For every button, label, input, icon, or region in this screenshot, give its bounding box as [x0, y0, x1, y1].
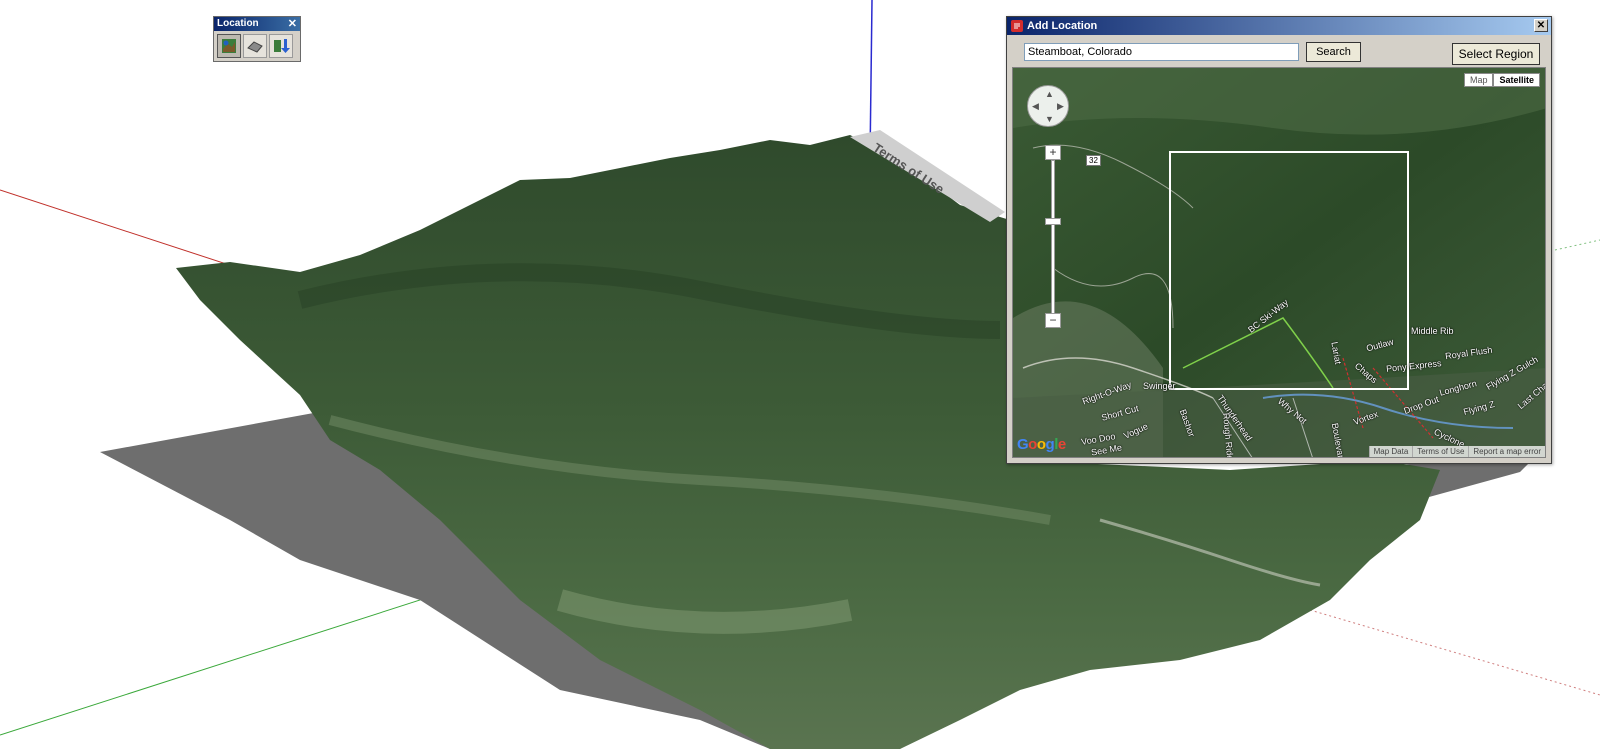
location-search-input[interactable] [1024, 43, 1299, 61]
location-toolbar: Location ✕ [213, 16, 301, 62]
photo-textures-button[interactable] [269, 34, 293, 58]
map-attribution: Map Data Terms of Use Report a map error [1368, 446, 1545, 457]
sketchup-icon [1011, 20, 1023, 32]
red-axis [0, 189, 261, 276]
toolbar-title-bar: Location ✕ [214, 17, 300, 31]
zoom-in-button[interactable]: + [1045, 145, 1061, 160]
add-location-dialog: Add Location ✕ Search Select Region [1006, 16, 1552, 464]
map-type-satellite[interactable]: Satellite [1493, 73, 1540, 87]
add-location-button[interactable] [217, 34, 241, 58]
toolbar-title: Location [217, 18, 259, 29]
map-type-map[interactable]: Map [1463, 73, 1494, 87]
terms-of-use-link[interactable]: Terms of Use [1412, 446, 1469, 457]
pan-up-icon[interactable]: ▲ [1045, 90, 1054, 99]
map-data-link[interactable]: Map Data [1368, 446, 1413, 457]
zoom-out-button[interactable]: − [1045, 313, 1061, 328]
google-logo: Google [1017, 436, 1066, 453]
route-badge: 32 [1086, 155, 1101, 166]
pan-left-icon[interactable]: ◀ [1032, 102, 1039, 111]
pan-control[interactable]: ▲ ▼ ◀ ▶ [1027, 85, 1069, 127]
green-axis-dotted [1554, 239, 1600, 251]
select-region-button[interactable]: Select Region [1452, 43, 1540, 65]
dialog-title: Add Location [1027, 20, 1098, 32]
dialog-title-bar: Add Location ✕ [1007, 17, 1551, 35]
trail-label: Swinger [1143, 381, 1176, 391]
add-location-icon [222, 39, 236, 53]
search-button[interactable]: Search [1306, 42, 1361, 62]
report-map-error-link[interactable]: Report a map error [1468, 446, 1545, 457]
satellite-map[interactable]: Map Satellite ▲ ▼ ◀ ▶ + − 32 BC Ski-Way … [1012, 67, 1546, 458]
toggle-terrain-button[interactable] [243, 34, 267, 58]
photo-textures-icon [274, 39, 290, 53]
map-type-control: Map Satellite [1463, 73, 1540, 87]
pan-right-icon[interactable]: ▶ [1057, 102, 1064, 111]
pan-down-icon[interactable]: ▼ [1045, 115, 1054, 124]
trail-label: Middle Rib [1411, 326, 1454, 336]
selection-rectangle[interactable] [1169, 151, 1409, 390]
zoom-slider-track[interactable] [1051, 160, 1055, 320]
dialog-close-button[interactable]: ✕ [1534, 19, 1548, 32]
search-row: Search Select Region [1016, 41, 1542, 65]
toggle-terrain-icon [247, 41, 263, 53]
red-axis-dotted [1309, 609, 1600, 696]
zoom-slider-handle[interactable] [1045, 218, 1061, 225]
toolbar-close-button[interactable]: ✕ [288, 17, 297, 31]
